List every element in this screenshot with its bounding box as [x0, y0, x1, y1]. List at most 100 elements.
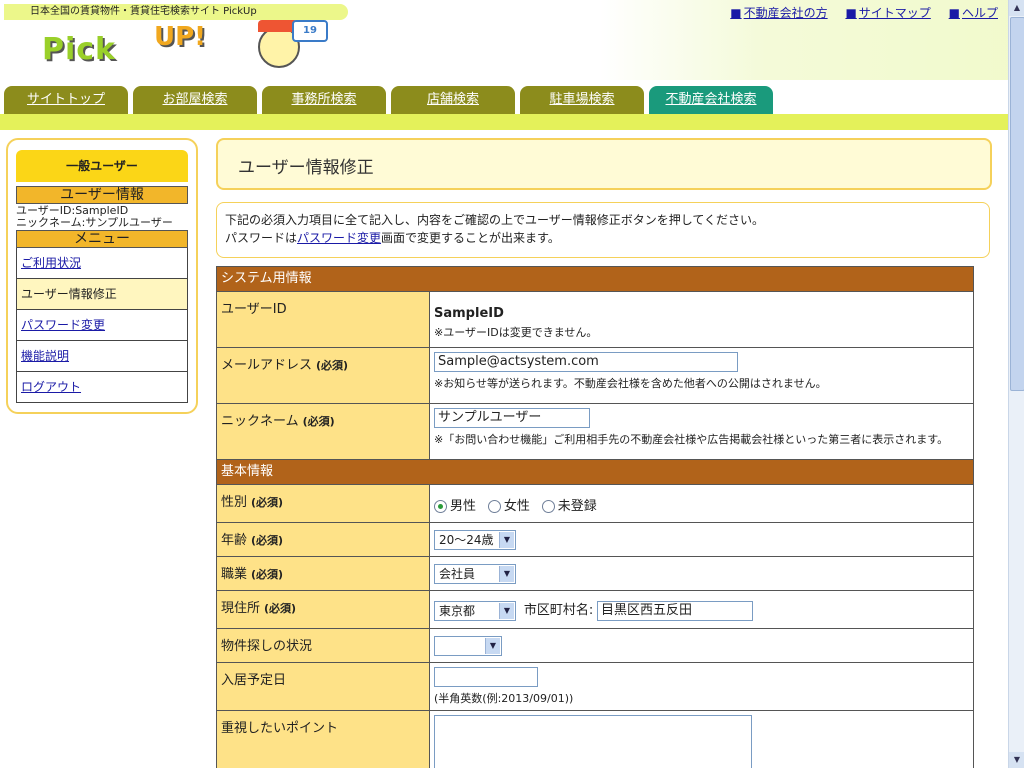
sidebar-item-label[interactable]: パスワード変更 — [21, 318, 105, 332]
tab-parking-search[interactable]: 駐車場検索 — [520, 86, 644, 114]
age-cell: 20～24歳 ▼ — [429, 522, 974, 557]
top-link-sitemap[interactable]: ■ サイトマップ — [845, 6, 930, 20]
tab-realestate-search[interactable]: 不動産会社検索 — [649, 86, 773, 114]
search-status-select[interactable]: ▼ — [434, 636, 502, 656]
city-field[interactable]: 目黒区西五反田 — [597, 600, 754, 621]
nickname-note: ※「お問い合わせ機能」ご利用相手先の不動産会社様や広告掲載会社様といった第三者に… — [434, 433, 949, 446]
form-row-priority: 重視したいポイント — [216, 710, 974, 768]
tab-room-search[interactable]: お部屋検索 — [133, 86, 257, 114]
chevron-down-icon[interactable]: ▼ — [499, 602, 514, 619]
instructions-line-2: パスワードはパスワード変更画面で変更することが出来ます。 — [225, 229, 560, 247]
prefecture-select-value: 東京都 — [439, 603, 476, 618]
tab-label[interactable]: 駐車場検索 — [549, 92, 614, 107]
move-date-field[interactable] — [434, 667, 538, 687]
instructions-box: 下記の必須入力項目に全て記入し、内容をご確認の上でユーザー情報修正ボタンを押して… — [216, 202, 990, 258]
nickname-label-text: ニックネーム — [221, 414, 299, 429]
tab-label[interactable]: サイトトップ — [27, 92, 105, 107]
tab-site-top[interactable]: サイトトップ — [4, 86, 128, 114]
search-status-label: 物件探しの状況 — [216, 628, 430, 663]
menu-header: メニュー — [16, 230, 188, 248]
sidebar-item-label[interactable]: ご利用状況 — [21, 256, 81, 270]
scrollbar-thumb[interactable] — [1010, 17, 1024, 391]
tab-label[interactable]: 事務所検索 — [291, 92, 356, 107]
chevron-down-icon[interactable]: ▼ — [485, 638, 500, 654]
nickname-cell: サンプルユーザー ※「お問い合わせ機能」ご利用相手先の不動産会社様や広告掲載会社… — [429, 403, 974, 460]
sidebar-item-label[interactable]: ログアウト — [21, 380, 81, 394]
top-link-help[interactable]: ■ ヘルプ — [949, 6, 998, 20]
user-id-note: ※ユーザーIDは変更できません。 — [434, 326, 598, 339]
prefecture-select[interactable]: 東京都 ▼ — [434, 600, 516, 621]
radio-label: 男性 — [450, 499, 477, 514]
form-row-job: 職業 (必須) 会社員 ▼ — [216, 556, 974, 591]
job-select-value: 会社員 — [439, 567, 476, 581]
form-row-age: 年齢 (必須) 20～24歳 ▼ — [216, 522, 974, 557]
tab-office-search[interactable]: 事務所検索 — [262, 86, 386, 114]
email-label-text: メールアドレス — [221, 358, 313, 373]
scroll-up-icon[interactable]: ▲ — [1009, 0, 1024, 16]
address-label-text: 現住所 — [221, 601, 261, 616]
radio-icon[interactable] — [541, 500, 555, 513]
required-mark: (必須) — [264, 602, 297, 615]
square-bullet-icon: ■ — [948, 6, 960, 20]
search-status-cell: ▼ — [429, 628, 974, 663]
top-link-label: ヘルプ — [961, 6, 998, 20]
gender-radio-male[interactable]: 男性 — [434, 499, 476, 514]
radio-icon[interactable] — [434, 500, 447, 513]
site-logo[interactable]: Pick UP! — [42, 22, 242, 70]
tab-bar-underline — [0, 114, 1008, 130]
gender-label-text: 性別 — [221, 495, 248, 510]
user-info-form: システム用情報 ユーザーID SampleID ※ユーザーIDは変更できません。… — [216, 266, 974, 768]
nickname-field[interactable]: サンプルユーザー — [434, 408, 590, 428]
job-label-text: 職業 — [221, 567, 248, 582]
age-select[interactable]: 20～24歳 ▼ — [434, 530, 516, 550]
gender-radio-unregistered[interactable]: 未登録 — [541, 499, 597, 514]
tab-store-search[interactable]: 店舗検索 — [391, 86, 515, 114]
tab-label[interactable]: 不動産会社検索 — [665, 92, 756, 107]
sidebar-item-password[interactable]: パスワード変更 — [16, 310, 188, 341]
section-header-system: システム用情報 — [216, 266, 974, 292]
age-label-text: 年齢 — [221, 533, 248, 548]
age-label: 年齢 (必須) — [216, 522, 430, 557]
form-row-gender: 性別 (必須) 男性 女性 未登録 — [216, 484, 974, 523]
gender-label: 性別 (必須) — [216, 484, 430, 523]
tab-label[interactable]: お部屋検索 — [162, 92, 227, 107]
priority-textarea[interactable] — [434, 715, 752, 768]
square-bullet-icon: ■ — [730, 6, 742, 20]
sidebar-item-edit-user: ユーザー情報修正 — [16, 279, 188, 310]
logo-text: Pick — [42, 32, 117, 67]
chevron-down-icon[interactable]: ▼ — [499, 532, 514, 548]
site-tagline: 日本全国の賃貸物件・賃貸住宅検索サイト PickUp — [4, 4, 348, 20]
address-cell: 東京都 ▼ 市区町村名: 目黒区西五反田 — [429, 590, 974, 629]
sidebar-item-features[interactable]: 機能説明 — [16, 341, 188, 372]
user-id-cell: SampleID ※ユーザーIDは変更できません。 — [429, 291, 974, 348]
instructions-text: パスワードは — [225, 231, 298, 245]
top-link-realestate[interactable]: ■ 不動産会社の方 — [730, 6, 827, 20]
nickname-label: ニックネーム (必須) — [216, 403, 430, 460]
user-info-header: ユーザー情報 — [16, 186, 188, 204]
required-mark: (必須) — [251, 496, 284, 509]
chevron-down-icon[interactable]: ▼ — [499, 566, 514, 582]
square-bullet-icon: ■ — [845, 6, 857, 20]
tab-label[interactable]: 店舗検索 — [427, 92, 479, 107]
scroll-down-icon[interactable]: ▼ — [1009, 752, 1024, 768]
sidebar-item-logout[interactable]: ログアウト — [16, 372, 188, 403]
page-title-box: ユーザー情報修正 — [216, 138, 992, 190]
address-label: 現住所 (必須) — [216, 590, 430, 629]
form-row-move-date: 入居予定日 (半角英数(例:2013/09/01)) — [216, 662, 974, 711]
gender-radio-female[interactable]: 女性 — [487, 499, 530, 514]
vertical-scrollbar[interactable]: ▲ ▼ — [1008, 0, 1024, 768]
required-mark: (必須) — [316, 359, 349, 372]
email-field[interactable]: Sample@actsystem.com — [434, 352, 738, 372]
sidebar-menu: ご利用状況 ユーザー情報修正 パスワード変更 機能説明 ログアウト — [16, 248, 188, 403]
required-mark: (必須) — [251, 568, 284, 581]
radio-label: 女性 — [503, 499, 530, 514]
form-row-address: 現住所 (必須) 東京都 ▼ 市区町村名: 目黒区西五反田 — [216, 590, 974, 629]
password-change-link[interactable]: パスワード変更 — [297, 231, 381, 245]
job-select[interactable]: 会社員 ▼ — [434, 564, 516, 584]
radio-icon[interactable] — [487, 500, 501, 513]
city-label: 市区町村名: — [523, 603, 594, 618]
sidebar-item-usage[interactable]: ご利用状況 — [16, 248, 188, 279]
sidebar-item-label[interactable]: 機能説明 — [21, 349, 69, 363]
email-label: メールアドレス (必須) — [216, 347, 430, 404]
gender-cell: 男性 女性 未登録 — [429, 484, 974, 523]
